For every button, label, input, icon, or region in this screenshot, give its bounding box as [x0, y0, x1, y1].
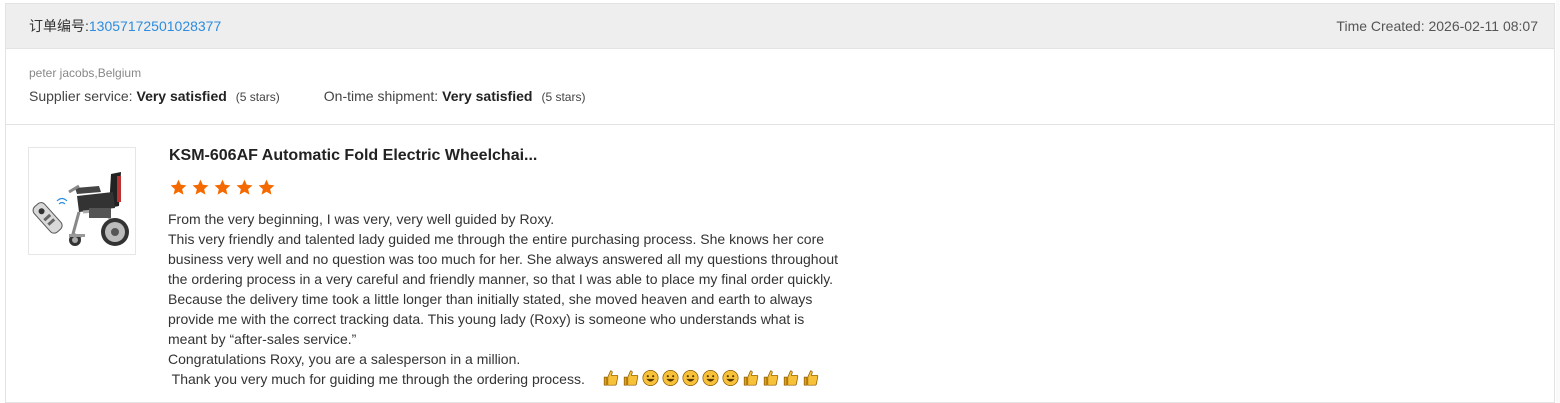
- thumbs-up-icon: [803, 370, 819, 386]
- supplier-service-stars: (5 stars): [235, 90, 280, 104]
- thumbs-up-icon: [763, 370, 779, 386]
- service-ratings: Supplier service: Very satisfied (5 star…: [29, 88, 1554, 104]
- review-line: Congratulations Roxy, you are a salesper…: [168, 351, 521, 367]
- grinning-face-icon: [662, 369, 679, 387]
- star-icon: [214, 179, 231, 195]
- review-line: the ordering process in a very careful a…: [168, 271, 834, 287]
- star-icon: [236, 179, 253, 195]
- supplier-service-label: Supplier service:: [29, 88, 133, 104]
- review-line: meant by “after-sales service.”: [168, 331, 357, 347]
- grinning-face-icon: [702, 369, 719, 387]
- review-text: From the very beginning, I was very, ver…: [168, 209, 898, 389]
- ontime-shipment-label: On-time shipment:: [323, 88, 439, 104]
- grinning-face-icon: [722, 369, 739, 387]
- review-line: This very friendly and talented lady gui…: [168, 231, 825, 247]
- review-star-rating: [169, 178, 276, 197]
- review-line: business very well and no question was t…: [168, 251, 839, 267]
- wheelchair-image: [32, 172, 129, 246]
- review-line-last: Thank you very much for guiding me throu…: [168, 369, 898, 389]
- feedback-card: 订单编号:13057172501028377 Time Created: 202…: [5, 3, 1555, 403]
- thumbs-up-icon: [623, 370, 639, 386]
- star-icon: [170, 179, 187, 195]
- supplier-service-rating: Supplier service: Very satisfied (5 star…: [29, 88, 280, 104]
- buyer-name: peter jacobs,Belgium: [29, 66, 142, 80]
- star-icon: [192, 179, 209, 195]
- review-line: provide me with the correct tracking dat…: [168, 311, 805, 327]
- product-review: KSM-606AF Automatic Fold Electric Wheelc…: [6, 125, 1554, 403]
- grinning-face-icon: [682, 369, 699, 387]
- ontime-shipment-value: Very satisfied: [442, 88, 533, 104]
- product-title[interactable]: KSM-606AF Automatic Fold Electric Wheelc…: [169, 147, 537, 165]
- star-icon: [258, 179, 275, 195]
- thumbs-up-icon: [743, 370, 759, 386]
- review-line: Thank you very much for guiding me throu…: [168, 371, 585, 387]
- order-number-link[interactable]: 13057172501028377: [89, 18, 221, 34]
- thumbs-up-icon: [603, 370, 619, 386]
- supplier-service-value: Very satisfied: [136, 88, 227, 104]
- review-line: Because the delivery time took a little …: [168, 291, 813, 307]
- order-info: 订单编号:13057172501028377: [29, 16, 221, 36]
- time-created: Time Created: 2026-02-11 08:07: [1336, 18, 1538, 34]
- buyer-section: peter jacobs,Belgium Supplier service: V…: [6, 49, 1554, 125]
- page-scrollbar[interactable]: [1556, 0, 1560, 403]
- order-header: 订单编号:13057172501028377 Time Created: 202…: [6, 4, 1554, 49]
- thumbs-up-icon: [783, 370, 799, 386]
- grinning-face-icon: [642, 369, 659, 387]
- emoji-row: [601, 369, 820, 387]
- order-number-label: 订单编号:: [29, 18, 89, 34]
- ontime-shipment-stars: (5 stars): [541, 90, 586, 104]
- ontime-shipment-rating: On-time shipment: Very satisfied (5 star…: [324, 88, 586, 104]
- product-thumbnail[interactable]: [28, 147, 136, 255]
- review-line: From the very beginning, I was very, ver…: [168, 211, 555, 227]
